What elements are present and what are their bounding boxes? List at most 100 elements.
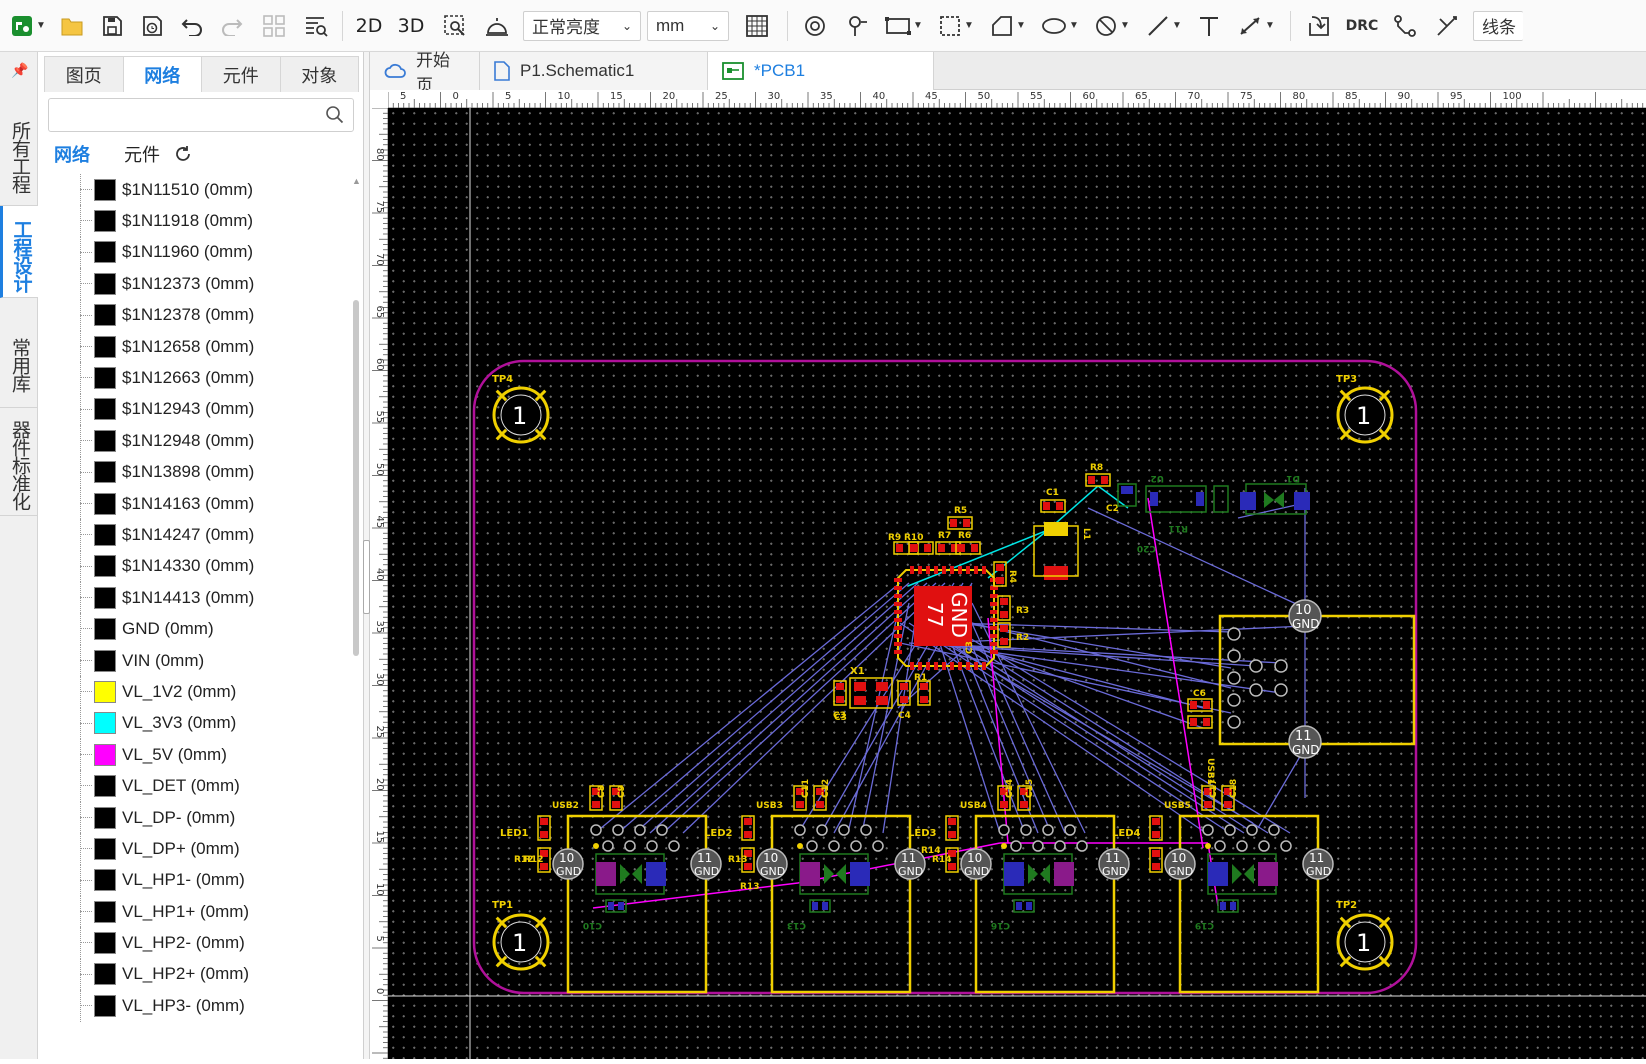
line-select[interactable]: 线条 bbox=[1473, 10, 1523, 41]
net-list-item[interactable]: VIN (0mm) bbox=[76, 644, 346, 677]
net-color-swatch[interactable] bbox=[94, 837, 116, 860]
grid-toggle-button[interactable] bbox=[733, 6, 781, 46]
net-color-swatch[interactable] bbox=[94, 241, 116, 264]
scrollbar-thumb[interactable] bbox=[353, 300, 359, 656]
save-history-button[interactable] bbox=[132, 6, 172, 46]
net-color-swatch[interactable] bbox=[94, 869, 116, 892]
net-color-swatch[interactable] bbox=[94, 555, 116, 578]
net-list-item[interactable]: $1N14330 (0mm) bbox=[76, 550, 346, 583]
net-list-item[interactable]: $1N14247 (0mm) bbox=[76, 519, 346, 551]
net-list-item[interactable]: $1N14163 (0mm) bbox=[76, 487, 346, 520]
net-color-swatch[interactable] bbox=[94, 775, 116, 798]
net-list-item[interactable]: VL_3V3 (0mm) bbox=[76, 707, 346, 740]
net-list-item[interactable]: VL_1V2 (0mm) bbox=[76, 676, 346, 708]
layout-button[interactable] bbox=[252, 6, 296, 46]
view-2d-button[interactable]: 2D bbox=[349, 6, 389, 46]
net-list-item[interactable]: VL_HP2- (0mm) bbox=[76, 927, 346, 959]
net-list-item[interactable]: $1N13898 (0mm) bbox=[76, 456, 346, 488]
net-list-item[interactable]: $1N11918 (0mm) bbox=[76, 205, 346, 237]
tab-objects[interactable]: 对象 bbox=[279, 56, 359, 92]
refresh-icon[interactable] bbox=[174, 145, 192, 163]
brightness-button[interactable] bbox=[477, 6, 517, 46]
net-color-swatch[interactable] bbox=[94, 492, 116, 515]
subtab-nets[interactable]: 网络 bbox=[54, 141, 90, 167]
pin-icon[interactable]: 📌 bbox=[11, 62, 28, 79]
net-color-swatch[interactable] bbox=[94, 429, 116, 452]
search-icon[interactable] bbox=[325, 105, 345, 125]
pcb-menu-button[interactable]: ▼ bbox=[4, 6, 52, 46]
drc-button[interactable]: DRC bbox=[1341, 6, 1383, 46]
tab-pages[interactable]: 图页 bbox=[44, 56, 124, 92]
net-color-swatch[interactable] bbox=[94, 335, 116, 358]
route-button[interactable] bbox=[1383, 6, 1427, 46]
open-folder-button[interactable] bbox=[52, 6, 92, 46]
net-color-swatch[interactable] bbox=[94, 210, 116, 233]
net-color-swatch[interactable] bbox=[94, 586, 116, 609]
undo-button[interactable] bbox=[172, 6, 212, 46]
splitter-grip[interactable] bbox=[363, 540, 370, 614]
ellipse-button[interactable]: ▼ bbox=[1034, 6, 1086, 46]
line-button[interactable]: ▼ bbox=[1138, 6, 1190, 46]
net-color-swatch[interactable] bbox=[94, 398, 116, 421]
net-list-item[interactable]: $1N12943 (0mm) bbox=[76, 393, 346, 426]
text-button[interactable] bbox=[1190, 6, 1228, 46]
dimension-button[interactable]: ▼ bbox=[1228, 6, 1284, 46]
net-color-swatch[interactable] bbox=[94, 178, 116, 201]
net-list-item[interactable]: $1N12663 (0mm) bbox=[76, 362, 346, 394]
net-list-item[interactable]: VL_DP+ (0mm) bbox=[76, 833, 346, 865]
find-list-button[interactable] bbox=[296, 6, 336, 46]
net-list-item[interactable]: VL_DP- (0mm) bbox=[76, 801, 346, 834]
net-list-item[interactable]: $1N11510 (0mm) bbox=[76, 174, 346, 206]
tab-pcb[interactable]: *PCB1 bbox=[708, 52, 934, 90]
import-changes-button[interactable] bbox=[1297, 6, 1341, 46]
net-color-swatch[interactable] bbox=[94, 649, 116, 672]
board-outline[interactable] bbox=[472, 359, 1418, 995]
panel-scrollbar[interactable]: ▲ bbox=[352, 176, 361, 1056]
net-color-swatch[interactable] bbox=[94, 900, 116, 923]
net-list-item[interactable]: VL_HP1- (0mm) bbox=[76, 864, 346, 896]
vtab-device-standardization[interactable]: 器件标准化 bbox=[0, 408, 38, 516]
vtab-all-projects[interactable]: 所有工程 bbox=[0, 96, 38, 206]
rectangle-button[interactable]: ▼ bbox=[878, 6, 930, 46]
net-color-swatch[interactable] bbox=[94, 680, 116, 703]
net-search-input[interactable] bbox=[48, 98, 354, 132]
net-color-swatch[interactable] bbox=[94, 523, 116, 546]
scroll-up-icon[interactable]: ▲ bbox=[352, 176, 361, 186]
tab-components[interactable]: 元件 bbox=[201, 56, 281, 92]
net-color-swatch[interactable] bbox=[94, 304, 116, 327]
net-list-item[interactable]: $1N11960 (0mm) bbox=[76, 236, 346, 269]
net-list-item[interactable]: GND (0mm) bbox=[76, 613, 346, 645]
net-list-item[interactable]: $1N12378 (0mm) bbox=[76, 299, 346, 331]
net-list-item[interactable]: $1N12658 (0mm) bbox=[76, 330, 346, 363]
zoom-fit-button[interactable] bbox=[433, 6, 477, 46]
net-color-swatch[interactable] bbox=[94, 963, 116, 986]
net-list-item[interactable]: $1N14413 (0mm) bbox=[76, 582, 346, 614]
vtab-project-design[interactable]: 工程设计 bbox=[0, 206, 38, 298]
save-button[interactable] bbox=[92, 6, 132, 46]
net-color-swatch[interactable] bbox=[94, 712, 116, 735]
net-color-swatch[interactable] bbox=[94, 461, 116, 484]
net-list-item[interactable]: VL_DET (0mm) bbox=[76, 770, 346, 802]
pcb-canvas[interactable]: 1 1 1 1 TP4 TP3 TP1 TP2 GND 77 C3 R8 C1 C2 L1 R5 R7 R6 R9 R… bbox=[388, 108, 1646, 1059]
brightness-select[interactable]: 正常亮度 ⌄ bbox=[523, 10, 641, 41]
net-list-item[interactable]: VL_HP1+ (0mm) bbox=[76, 895, 346, 928]
track-button[interactable] bbox=[1427, 6, 1467, 46]
net-color-swatch[interactable] bbox=[94, 272, 116, 295]
forbidden-region-button[interactable]: ▼ bbox=[1086, 6, 1138, 46]
subtab-components[interactable]: 元件 bbox=[124, 141, 160, 167]
redo-button[interactable] bbox=[212, 6, 252, 46]
net-color-swatch[interactable] bbox=[94, 806, 116, 829]
tab-nets[interactable]: 网络 bbox=[122, 56, 202, 92]
probe-button[interactable] bbox=[836, 6, 878, 46]
net-list-item[interactable]: $1N12373 (0mm) bbox=[76, 268, 346, 300]
net-color-swatch[interactable] bbox=[94, 932, 116, 955]
net-list-item[interactable]: VL_HP3- (0mm) bbox=[76, 990, 346, 1022]
net-color-swatch[interactable] bbox=[94, 367, 116, 390]
polygon-button[interactable]: ▼ bbox=[982, 6, 1034, 46]
net-color-swatch[interactable] bbox=[94, 994, 116, 1017]
view-3d-button[interactable]: 3D bbox=[389, 6, 433, 46]
vtab-common-library[interactable]: 常用库 bbox=[0, 298, 38, 408]
net-list-item[interactable]: $1N12948 (0mm) bbox=[76, 425, 346, 457]
region-button[interactable]: ▼ bbox=[930, 6, 982, 46]
pcb-drawing[interactable]: 1 11 1TP4 TP3TP1 TP2GND77C3R8C1C2L1R5R7 R6R9 R… bbox=[388, 108, 1646, 1059]
